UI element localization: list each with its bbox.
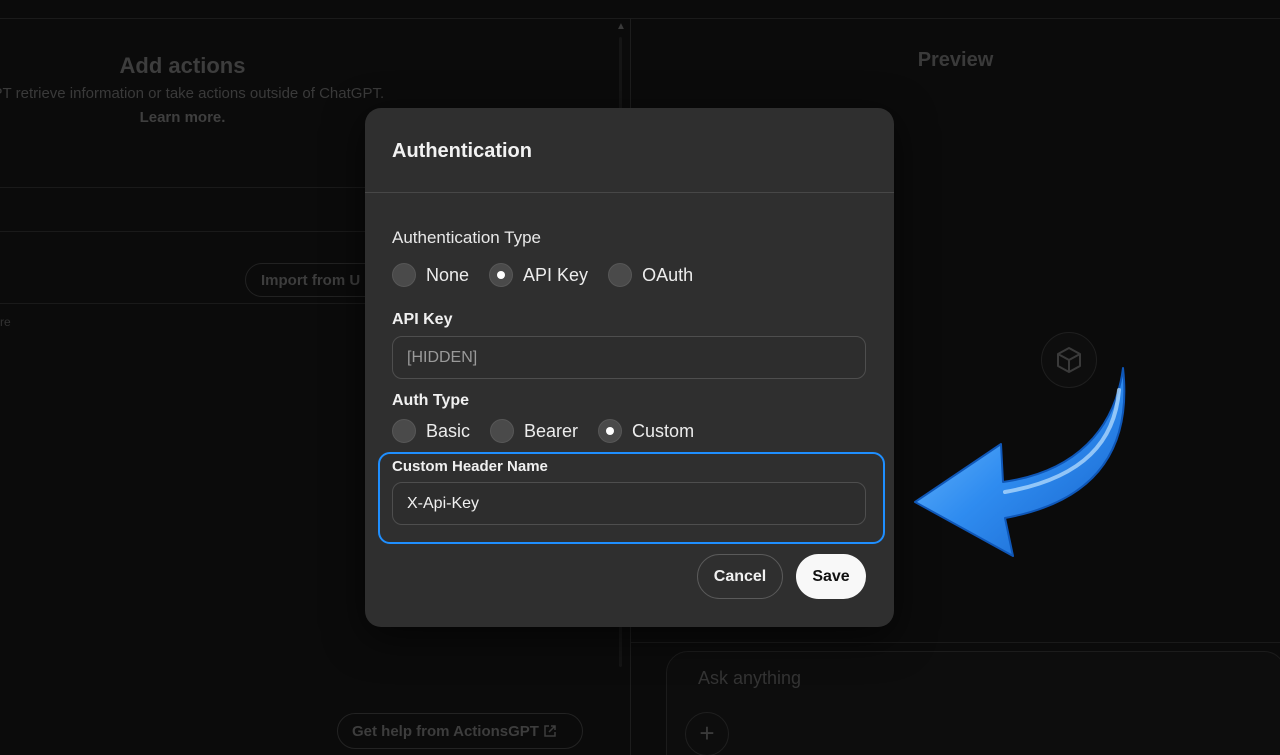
- radio-label: API Key: [523, 264, 589, 285]
- radio-button[interactable]: [392, 419, 416, 443]
- auth-type-label: Authentication Type: [392, 228, 542, 247]
- help-button-label: Get help from ActionsGPT: [352, 723, 539, 740]
- radio-label: Basic: [426, 420, 471, 441]
- radio-label: Custom: [632, 420, 695, 441]
- schema-editor[interactable]: re: [0, 315, 11, 329]
- radio-label: Bearer: [524, 420, 579, 441]
- scroll-up-icon[interactable]: ▲: [616, 21, 626, 32]
- learn-more-link[interactable]: Learn more.: [0, 109, 365, 126]
- auth-subtype-radio-group: Basic Bearer Custom: [392, 419, 714, 443]
- dialog-title: Authentication: [392, 140, 532, 162]
- divider: [631, 642, 1280, 643]
- save-button[interactable]: Save: [796, 554, 866, 599]
- radio-button-selected[interactable]: [489, 263, 514, 287]
- radio-button[interactable]: [490, 419, 515, 443]
- radio-custom[interactable]: Custom: [598, 419, 694, 443]
- radio-api-key[interactable]: API Key: [489, 263, 588, 287]
- external-link-icon: [543, 724, 557, 742]
- builder-title: Add actions: [119, 53, 246, 78]
- custom-header-label: Custom Header Name: [392, 458, 548, 475]
- radio-button-selected[interactable]: [598, 419, 623, 443]
- radio-label: OAuth: [642, 264, 694, 285]
- auth-subtype-label: Auth Type: [392, 392, 470, 409]
- radio-button[interactable]: [392, 263, 416, 287]
- preview-title: Preview: [917, 49, 994, 71]
- get-help-button[interactable]: Get help from ActionsGPT: [337, 713, 583, 749]
- authentication-dialog: Authentication Authentication Type None …: [365, 108, 894, 627]
- radio-oauth[interactable]: OAuth: [608, 263, 693, 287]
- radio-basic[interactable]: Basic: [392, 419, 470, 443]
- custom-header-field[interactable]: [392, 482, 866, 525]
- chat-input-placeholder: Ask anything: [698, 668, 802, 688]
- radio-dot: [606, 427, 615, 435]
- cancel-button[interactable]: Cancel: [697, 554, 783, 599]
- builder-description: GPT retrieve information or take actions…: [0, 85, 385, 102]
- radio-none[interactable]: None: [392, 263, 469, 287]
- divider: [365, 192, 894, 193]
- plus-icon[interactable]: +: [685, 712, 729, 755]
- api-key-field[interactable]: [392, 336, 866, 379]
- radio-bearer[interactable]: Bearer: [490, 419, 578, 443]
- api-key-label: API Key: [392, 311, 453, 328]
- chat-input[interactable]: Ask anything +: [666, 651, 1280, 755]
- auth-type-radio-group: None API Key OAuth: [392, 263, 713, 287]
- divider: [0, 231, 365, 232]
- radio-dot: [497, 271, 506, 279]
- curved-arrow-icon: [905, 360, 1135, 565]
- radio-label: None: [426, 264, 470, 285]
- divider: [0, 187, 365, 188]
- radio-button[interactable]: [608, 263, 633, 287]
